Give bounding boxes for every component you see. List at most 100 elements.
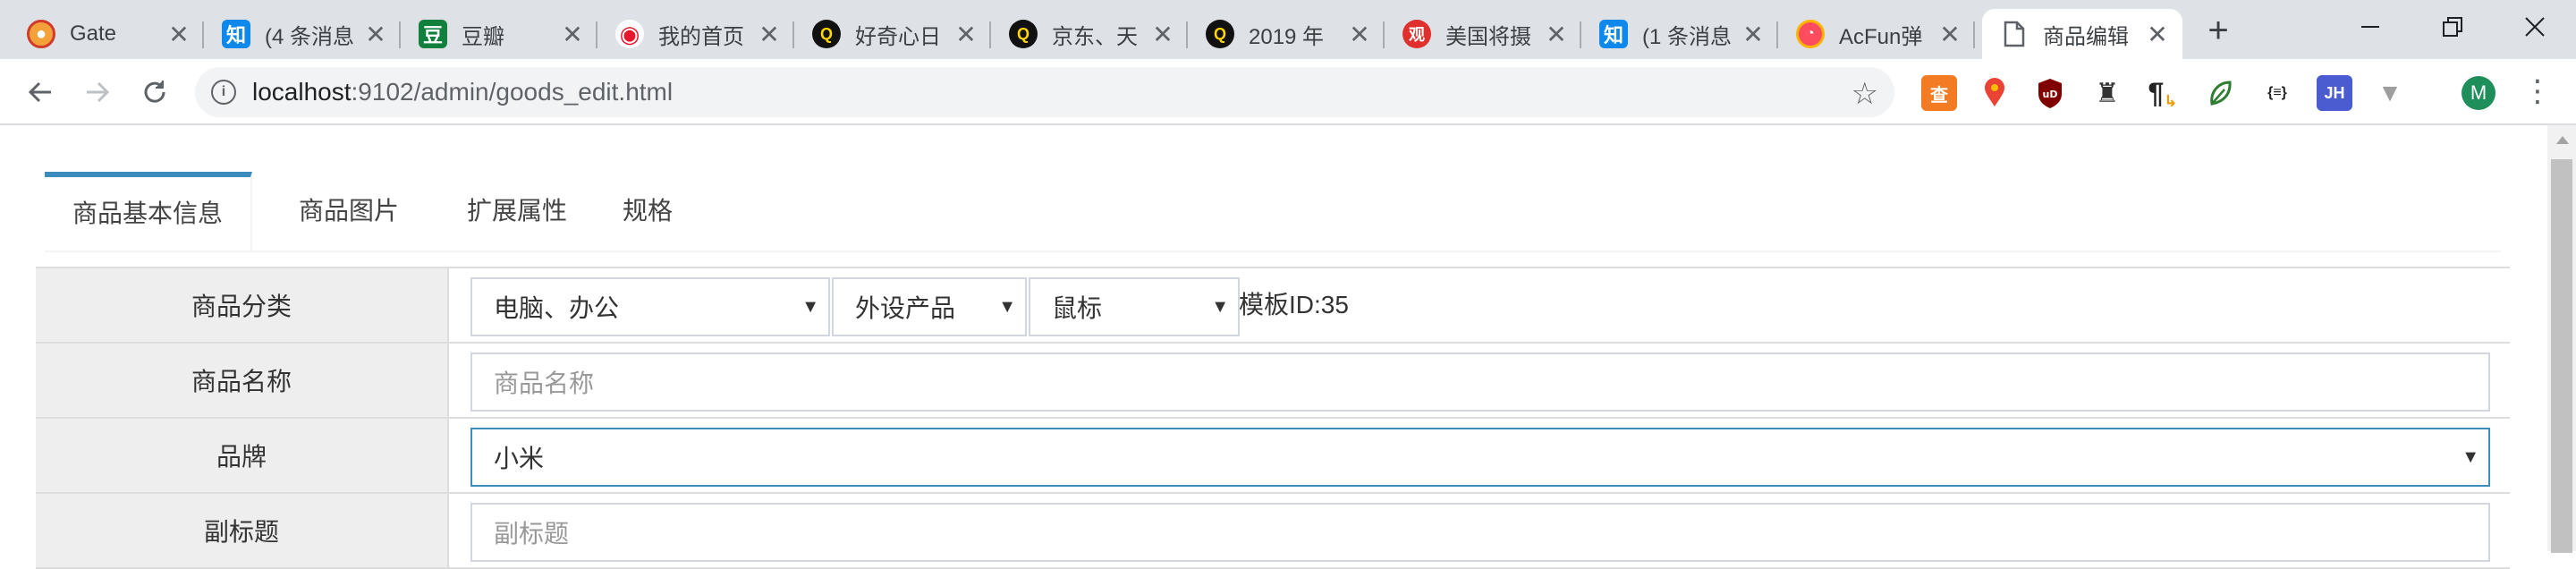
tab-title: (1 条消息 (1642, 24, 1733, 49)
tab-images[interactable]: 商品图片 (270, 172, 428, 251)
forward-icon[interactable] (79, 73, 116, 111)
acfun-icon: ◔ (1796, 20, 1825, 48)
bookmark-star-icon[interactable]: ☆ (1852, 76, 1878, 112)
dropdown-arrow-icon: ▼ (1211, 296, 1229, 317)
page-icon (2000, 20, 2029, 48)
browser-tab[interactable]: ● Gate ✕ (9, 9, 204, 59)
form-row-name: 商品名称 商品名称 (36, 344, 2510, 419)
ublock-ext-icon[interactable]: uD (2032, 75, 2068, 111)
tab-title: 商品编辑 (2043, 24, 2129, 49)
goods-form: 商品分类 电脑、办公 ▼ 外设产品 ▼ 鼠标 ▼ 模板ID:35 商品名称 商品… (36, 267, 2510, 569)
pilcrow-ext-icon[interactable]: ¶ ↳ (2145, 75, 2181, 111)
select-value: 鼠标 (1052, 294, 1103, 322)
browser-tab[interactable]: 知 (4 条消息 ✕ (204, 9, 401, 59)
close-tab-icon[interactable]: ✕ (757, 20, 782, 49)
close-tab-icon[interactable]: ✕ (1347, 20, 1372, 49)
tab-basic-info[interactable]: 商品基本信息 (45, 172, 252, 251)
close-tab-icon[interactable]: ✕ (2145, 20, 2170, 49)
weibo-icon: ◉ (615, 20, 644, 48)
browser-tab[interactable]: ◉ 我的首页 ✕ (597, 9, 794, 59)
tab-extended-attributes[interactable]: 扩展属性 (438, 172, 596, 251)
tab-title: AcFun弹 (1839, 24, 1923, 49)
scroll-up-arrow-icon[interactable] (2556, 136, 2569, 144)
reload-icon[interactable] (136, 73, 174, 111)
tab-title: 京东、天 (1052, 24, 1138, 49)
close-tab-icon[interactable]: ✕ (1544, 20, 1569, 49)
baidu-ext-icon[interactable]: 查 (1921, 75, 1957, 111)
tab-title: Gate (70, 21, 117, 46)
browser-tab-active[interactable]: 商品编辑 ✕ (1982, 9, 2182, 59)
tab-title: 豆瓣 (462, 24, 504, 49)
ext-label: {≡} (2267, 85, 2287, 100)
close-tab-icon[interactable]: ✕ (1741, 20, 1766, 49)
avatar-letter: M (2470, 81, 2487, 104)
category-level1-select[interactable]: 电脑、办公 ▼ (470, 277, 830, 336)
goods-name-input[interactable]: 商品名称 (470, 352, 2490, 412)
url-path: :9102/admin/goods_edit.html (351, 78, 674, 106)
category-label: 商品分类 (36, 268, 449, 342)
browser-tab[interactable]: ◔ AcFun弹 ✕ (1778, 9, 1975, 59)
select-value: 外设产品 (855, 294, 956, 322)
browser-tab[interactable]: Q 好奇心日 ✕ (794, 9, 991, 59)
menu-kebab-icon[interactable]: ⋮ (2522, 72, 2553, 111)
close-tab-icon[interactable]: ✕ (166, 20, 191, 49)
url-text: localhost:9102/admin/goods_edit.html (252, 78, 673, 106)
zhihu-icon: 知 (222, 20, 250, 48)
tab-separator (1973, 21, 1975, 48)
restore-icon[interactable] (2411, 0, 2494, 54)
goods-name-label: 商品名称 (36, 344, 449, 417)
tab-specifications[interactable]: 规格 (596, 172, 699, 251)
qdaily-icon: Q (1206, 20, 1234, 48)
ext-label: JH (2324, 83, 2345, 102)
ext-label: ▼ (2377, 79, 2402, 106)
leaf-ext-icon[interactable] (2202, 75, 2238, 111)
caption-input[interactable]: 副标题 (470, 503, 2490, 562)
browser-tab[interactable]: Q 2019 年 ✕ (1188, 9, 1385, 59)
minimize-icon[interactable] (2329, 0, 2411, 54)
close-tab-icon[interactable]: ✕ (1937, 20, 1962, 49)
close-tab-icon[interactable]: ✕ (363, 20, 388, 49)
dropdown-arrow-icon: ▼ (801, 296, 819, 317)
close-tab-icon[interactable]: ✕ (953, 20, 979, 49)
avatar[interactable]: M (2462, 76, 2496, 110)
zhihu-icon: 知 (1599, 20, 1628, 48)
vue-ext-icon[interactable]: ▼ (2372, 75, 2408, 111)
address-bar[interactable]: i localhost:9102/admin/goods_edit.html ☆ (195, 67, 1894, 117)
spy-ext-icon[interactable]: ♜ (2089, 75, 2125, 111)
browser-tab[interactable]: Q 京东、天 ✕ (991, 9, 1188, 59)
caption-label: 副标题 (36, 494, 449, 567)
close-tab-icon[interactable]: ✕ (1150, 20, 1175, 49)
jh-ext-icon[interactable]: JH (2317, 75, 2352, 111)
url-host: localhost (252, 78, 352, 106)
browser-tab-strip: ● Gate ✕ 知 (4 条消息 ✕ 豆 豆瓣 ✕ ◉ 我的首页 ✕ Q 好奇… (0, 0, 2576, 59)
category-level2-select[interactable]: 外设产品 ▼ (832, 277, 1027, 336)
browser-toolbar: i localhost:9102/admin/goods_edit.html ☆… (0, 59, 2576, 125)
browser-tab[interactable]: 观 美国将摄 ✕ (1385, 9, 1581, 59)
scroll-thumb[interactable] (2551, 159, 2572, 553)
ext-label: uD (2043, 89, 2058, 100)
browser-tab[interactable]: 知 (1 条消息 ✕ (1581, 9, 1778, 59)
brand-select[interactable]: 小米 ▼ (470, 428, 2490, 487)
new-tab-icon[interactable]: + (2197, 9, 2240, 52)
page-content: 商品基本信息 商品图片 扩展属性 规格 商品分类 电脑、办公 ▼ 外设产品 ▼ … (0, 125, 2544, 569)
back-icon[interactable] (21, 73, 59, 111)
ext-label: ¶ (2148, 76, 2165, 109)
select-value: 电脑、办公 (494, 294, 620, 322)
json-ext-icon[interactable]: {≡} (2259, 75, 2295, 111)
gate-icon: ● (27, 20, 55, 48)
input-placeholder: 商品名称 (494, 369, 595, 397)
goods-tabs: 商品基本信息 商品图片 扩展属性 规格 (45, 172, 2501, 252)
browser-tab[interactable]: 豆 豆瓣 ✕ (401, 9, 597, 59)
info-icon[interactable]: i (211, 80, 236, 105)
douban-icon: 豆 (419, 20, 447, 48)
close-window-icon[interactable] (2494, 0, 2576, 54)
page-scrollbar[interactable] (2547, 125, 2576, 553)
map-pin-ext-icon[interactable] (1977, 75, 2012, 111)
form-row-brand: 品牌 小米 ▼ (36, 419, 2510, 494)
tab-title: 好奇心日 (855, 24, 941, 49)
category-level3-select[interactable]: 鼠标 ▼ (1029, 277, 1240, 336)
tab-title: 2019 年 (1249, 24, 1325, 49)
form-row-caption: 副标题 副标题 (36, 494, 2510, 569)
close-tab-icon[interactable]: ✕ (560, 20, 585, 49)
template-id-text: 模板ID:35 (1239, 291, 1349, 318)
